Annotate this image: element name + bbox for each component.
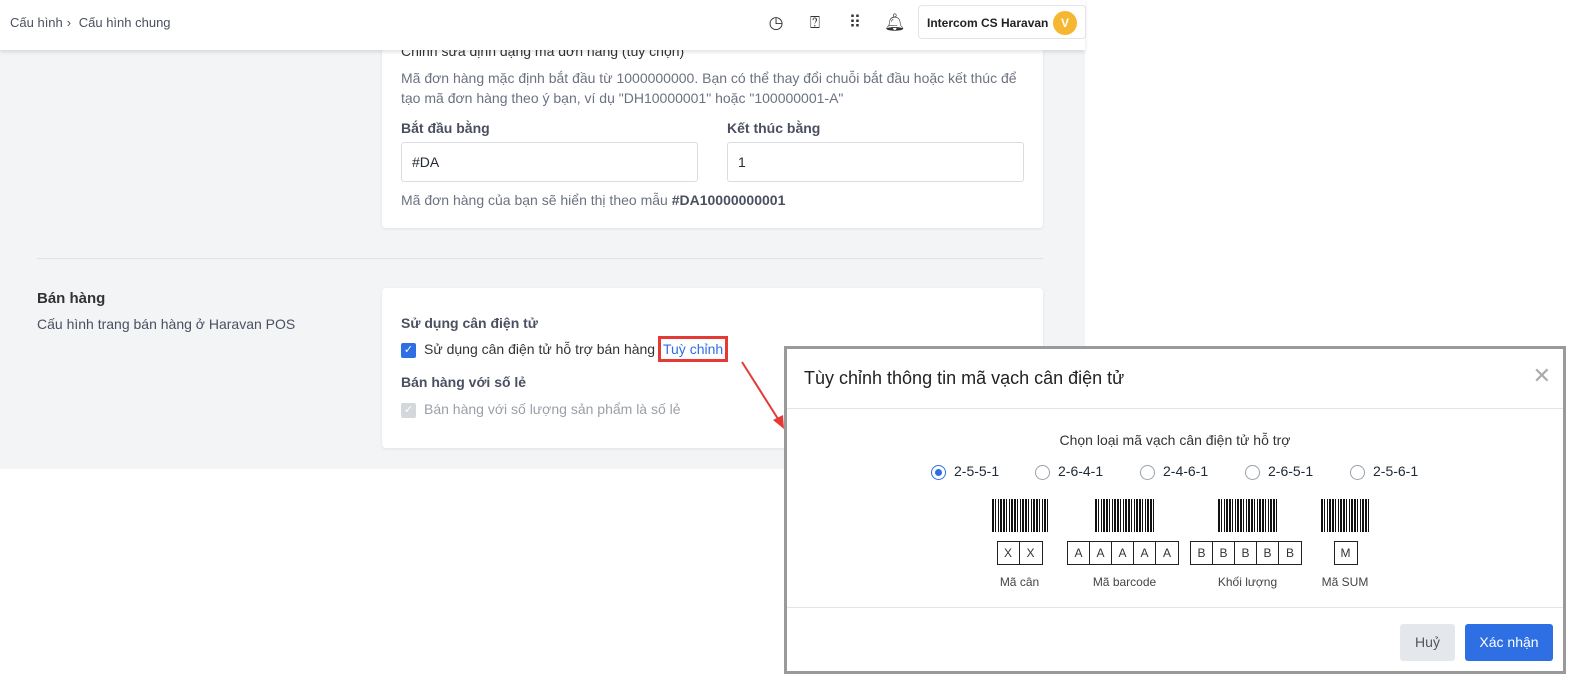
preview-text: Mã đơn hàng của bạn sẽ hiển thị theo mẫu <box>401 192 668 208</box>
close-icon[interactable]: ✕ <box>1533 363 1551 389</box>
feedback-icon[interactable]: ⍰ <box>805 13 825 33</box>
barcode-modal: Tùy chỉnh thông tin mã vạch cân điện tử … <box>784 346 1566 674</box>
barcode-char: X <box>1026 546 1035 560</box>
decimal-checkbox[interactable]: ✓ <box>401 402 416 418</box>
customize-link[interactable]: Tuỳ chỉnh <box>657 336 729 362</box>
barcode-option-2-6-5-1[interactable]: 2-6-5-1 <box>1245 463 1313 480</box>
preview-value: #DA10000000001 <box>671 192 786 208</box>
barcode-option-2-4-6-1[interactable]: 2-4-6-1 <box>1140 463 1208 480</box>
barcode-char: B <box>1235 542 1257 564</box>
user-menu[interactable]: Intercom CS Haravan V <box>918 5 1086 39</box>
order-format-card: Chỉnh sửa định dạng mã đơn hàng (tùy chọ… <box>382 30 1043 228</box>
decimal-heading: Bán hàng với số lẻ <box>401 374 527 390</box>
modal-footer-divider <box>787 607 1563 608</box>
radio-button[interactable] <box>1140 464 1155 480</box>
decimal-checkbox-row: ✓ Bán hàng với số lượng sản phẩm là số lẻ <box>401 401 681 418</box>
modal-prompt: Chọn loại mã vạch cân điện tử hỗ trợ <box>1059 432 1291 448</box>
sales-section-title: Bán hàng <box>37 290 106 307</box>
start-input[interactable]: #DA <box>401 142 698 182</box>
modal-header-divider <box>787 408 1563 409</box>
barcode-option-label: 2-6-4-1 <box>1058 463 1104 479</box>
barcode-bars <box>1321 499 1369 532</box>
annotation-arrow <box>741 361 784 429</box>
radio-button[interactable] <box>931 464 946 480</box>
barcode-char: A <box>1162 546 1171 560</box>
barcode-option-2-5-5-1[interactable]: 2-5-5-1 <box>931 463 999 480</box>
radio-button[interactable] <box>1035 464 1050 480</box>
scale-heading: Sử dụng cân điện tử <box>401 315 538 331</box>
breadcrumb: Cấu hình › Cấu hình chung <box>10 15 175 30</box>
confirm-button[interactable]: Xác nhận <box>1465 624 1553 661</box>
sales-section-subtitle: Cấu hình trang bán hàng ở Haravan POS <box>37 316 296 332</box>
barcode-option-label: 2-6-5-1 <box>1268 463 1314 479</box>
support-icon[interactable]: ◷ <box>766 13 786 33</box>
bell-icon[interactable]: 🔔︎ <box>884 13 906 33</box>
barcode-char: M <box>1340 546 1351 560</box>
apps-grid-icon[interactable]: ⠿ <box>845 13 865 33</box>
barcode-char: X <box>998 542 1020 564</box>
breadcrumb-item: Cấu hình chung <box>78 15 171 30</box>
radio-button[interactable] <box>1245 464 1260 480</box>
order-format-description: Mã đơn hàng mặc định bắt đầu từ 10000000… <box>401 70 1017 106</box>
barcode-char: B <box>1257 542 1279 564</box>
barcode-bars <box>1217 499 1278 532</box>
barcode-char: A <box>1134 542 1156 564</box>
end-input[interactable]: 1 <box>727 142 1024 182</box>
barcode-bars <box>991 499 1048 532</box>
barcode-char: B <box>1213 542 1235 564</box>
order-preview: Mã đơn hàng của bạn sẽ hiển thị theo mẫu… <box>401 192 785 208</box>
start-label: Bắt đầu bằng <box>401 120 490 136</box>
barcode-group-caption: Mã SUM <box>1321 575 1369 589</box>
barcode-group-caption: Khối lượng <box>1217 575 1278 589</box>
chevron-right-icon: › <box>66 15 72 30</box>
barcode-char: A <box>1090 542 1112 564</box>
radio-button[interactable] <box>1350 464 1365 480</box>
barcode-option-label: 2-5-5-1 <box>954 463 1000 479</box>
barcode-option-label: 2-5-6-1 <box>1373 463 1419 479</box>
barcode-option-2-6-4-1[interactable]: 2-6-4-1 <box>1035 463 1103 480</box>
end-label: Kết thúc bằng <box>727 120 821 136</box>
decimal-checkbox-label: Bán hàng với số lượng sản phẩm là số lẻ <box>424 401 681 417</box>
top-header: Cấu hình › Cấu hình chung ◷ ⍰ ⠿ 🔔︎ Interc… <box>0 0 1086 50</box>
cancel-button[interactable]: Huỷ <box>1400 624 1455 661</box>
scale-checkbox[interactable]: ✓ <box>401 342 416 358</box>
modal-title: Tùy chỉnh thông tin mã vạch cân điện tử <box>804 368 1125 388</box>
barcode-option-label: 2-4-6-1 <box>1163 463 1209 479</box>
barcode-char: B <box>1191 542 1213 564</box>
barcode-char: B <box>1285 546 1294 560</box>
barcode-char-boxes: AAAAA <box>1067 541 1179 565</box>
barcode-char: A <box>1112 542 1134 564</box>
barcode-bars <box>1094 499 1155 532</box>
barcode-char-boxes: M <box>1333 541 1358 565</box>
barcode-char-boxes: BBBBB <box>1190 541 1302 565</box>
scale-checkbox-label: Sử dụng cân điện tử hỗ trợ bán hàng <box>424 341 656 357</box>
barcode-char: A <box>1068 542 1090 564</box>
breadcrumb-item[interactable]: Cấu hình <box>10 15 63 30</box>
avatar: V <box>1053 11 1077 35</box>
barcode-char-boxes: XX <box>996 541 1043 565</box>
scale-checkbox-row: ✓ Sử dụng cân điện tử hỗ trợ bán hàng Tuỳ… <box>401 336 729 362</box>
barcode-option-2-5-6-1[interactable]: 2-5-6-1 <box>1350 463 1418 480</box>
user-name: Intercom CS Haravan <box>927 16 1049 30</box>
section-divider <box>37 258 1043 259</box>
